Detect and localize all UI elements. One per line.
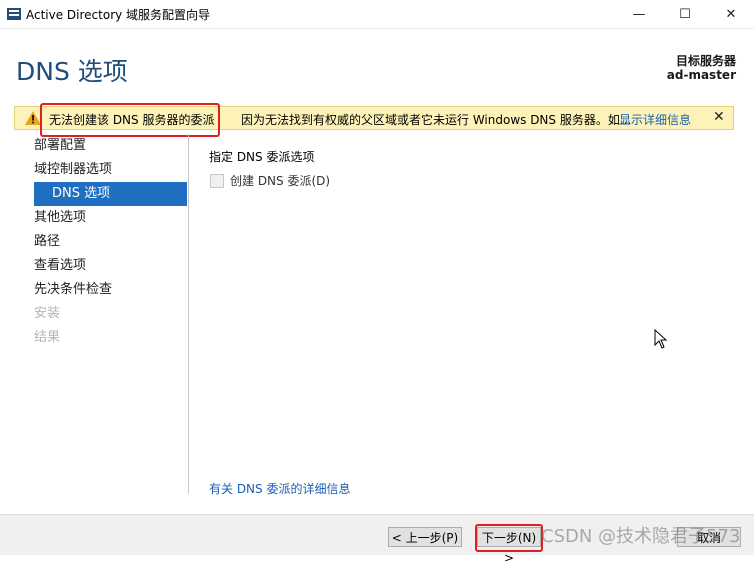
dns-delegation-info-link[interactable]: 有关 DNS 委派的详细信息 [209, 480, 350, 497]
warning-close-icon[interactable]: ✕ [713, 109, 725, 125]
nav-item-install: 安装 [34, 306, 61, 321]
title-bar: Active Directory 域服务配置向导 — ☐ ✕ [0, 0, 754, 29]
nav-item-prereq[interactable]: 先决条件检查 [34, 278, 187, 302]
mouse-cursor-icon [654, 329, 668, 349]
minimize-button[interactable]: — [616, 0, 662, 28]
nav-item-deployment[interactable]: 部署配置 [34, 134, 187, 158]
create-dns-delegation-row[interactable]: 创建 DNS 委派(D) [210, 172, 330, 189]
page-title: DNS 选项 [16, 57, 128, 86]
warning-bar: 无法创建该 DNS 服务器的委派 因为无法找到有权威的父区域或者它未运行 Win… [14, 106, 734, 130]
section-label: 指定 DNS 委派选项 [209, 150, 315, 164]
target-server-label: 目标服务器 [675, 54, 736, 68]
maximize-button[interactable]: ☐ [662, 0, 708, 28]
nav-item-dc-options[interactable]: 域控制器选项 [34, 158, 187, 182]
warning-message: 因为无法找到有权威的父区域或者它未运行 Windows DNS 服务器。如... [241, 113, 632, 127]
nav-item-results: 结果 [34, 330, 61, 345]
next-button[interactable]: 下一步(N) > [477, 527, 541, 565]
target-server-name: ad-master [666, 68, 736, 82]
server-manager-icon [7, 8, 21, 20]
nav-divider [188, 134, 189, 494]
create-dns-delegation-checkbox[interactable] [210, 173, 224, 188]
nav-item-other-options[interactable]: 其他选项 [34, 206, 187, 230]
warning-triangle-icon [25, 111, 41, 125]
previous-button[interactable]: < 上一步(P) [388, 527, 462, 547]
close-button[interactable]: ✕ [708, 0, 754, 28]
window-title: Active Directory 域服务配置向导 [26, 8, 211, 22]
warning-message-highlight: 无法创建该 DNS 服务器的委派 [49, 113, 215, 127]
wizard-nav: 部署配置 域控制器选项 DNS 选项 其他选项 路径 查看选项 先决条件检查 安… [34, 134, 187, 350]
create-dns-delegation-label: 创建 DNS 委派(D) [230, 174, 331, 188]
watermark-text: CSDN @技术隐君子573 [541, 526, 741, 547]
nav-item-paths[interactable]: 路径 [34, 230, 187, 254]
nav-item-dns-options[interactable]: DNS 选项 [34, 182, 187, 206]
show-details-link[interactable]: 显示详细信息 [619, 111, 691, 128]
nav-item-review[interactable]: 查看选项 [34, 254, 187, 278]
